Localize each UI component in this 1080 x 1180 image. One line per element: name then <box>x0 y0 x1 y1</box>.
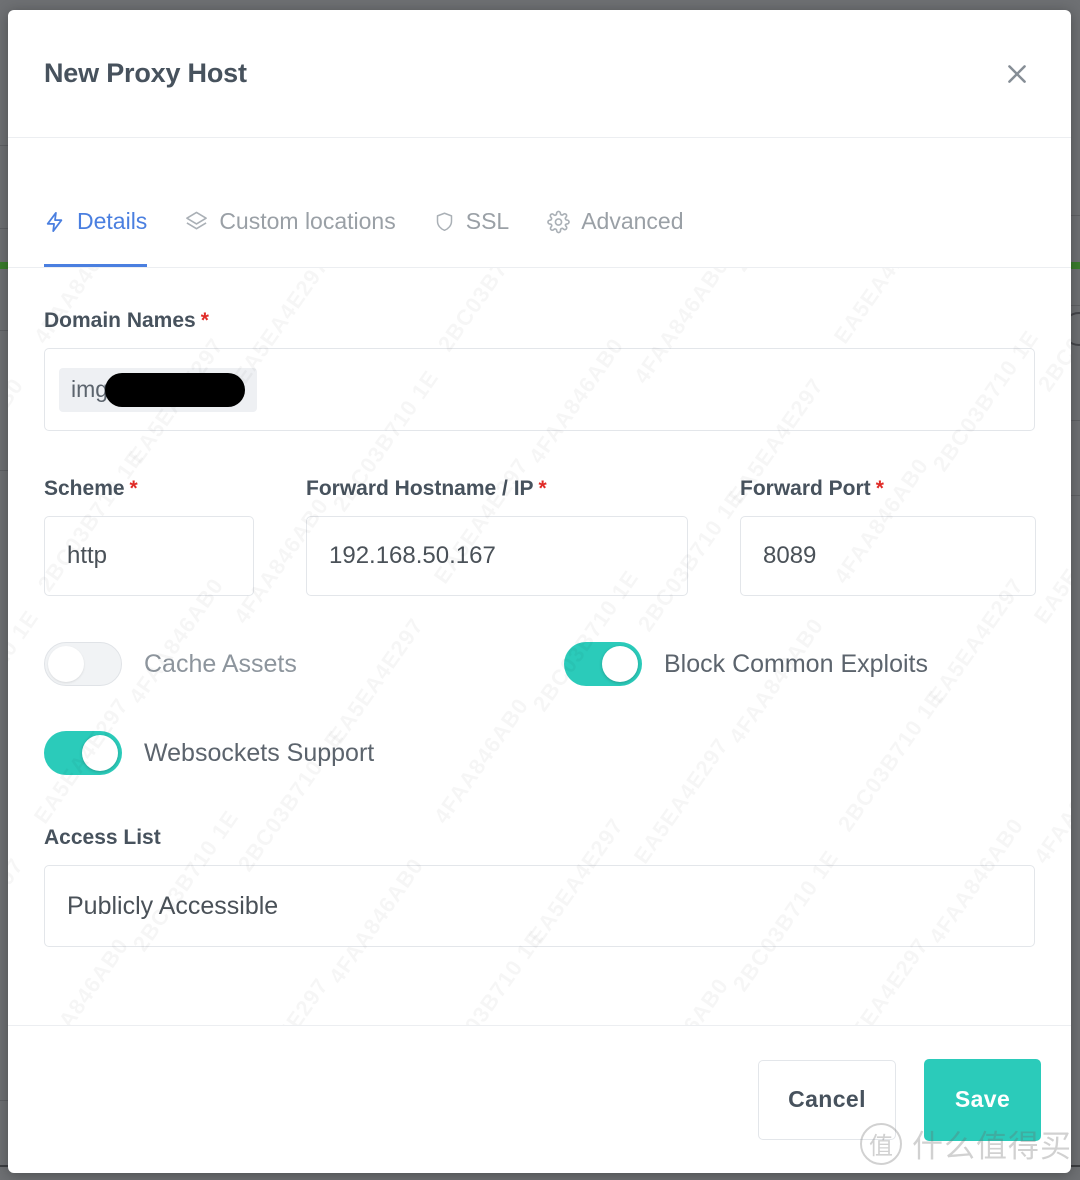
backdrop-green-band <box>1070 262 1080 269</box>
backdrop-line <box>1070 420 1080 421</box>
tab-advanced[interactable]: Advanced <box>547 208 684 267</box>
watermark-text: 4FAA846AB0 <box>8 373 29 508</box>
tab-label: Details <box>77 208 148 234</box>
new-proxy-host-dialog: New Proxy Host Details Custom locations … <box>8 10 1071 1173</box>
domain-tag-label: img <box>71 376 109 402</box>
save-button[interactable]: Save <box>924 1058 1041 1141</box>
websockets-support-label: Websockets Support <box>144 738 375 767</box>
block-exploits-toggle-row: Block Common Exploits <box>564 642 928 686</box>
backdrop-line <box>0 470 8 471</box>
tab-details[interactable]: Details <box>44 208 148 267</box>
watermark-text: EA5EA4E297 <box>8 268 29 269</box>
forward-hostname-label: Forward Hostname / IP * <box>306 477 547 500</box>
backdrop-line <box>1070 215 1080 216</box>
watermark-text: EA5EA4E297 <box>8 853 29 988</box>
forward-hostname-value: 192.168.50.167 <box>329 542 496 569</box>
dialog-header: New Proxy Host <box>8 10 1071 138</box>
backdrop-line <box>0 330 8 331</box>
dialog-tabbar: Details Custom locations SSL Advanced <box>8 138 1071 268</box>
toggle-row-primary: Cache Assets Block Common Exploits <box>44 642 1035 686</box>
scheme-value: http <box>67 542 108 569</box>
domain-names-label: Domain Names * <box>44 309 209 332</box>
tab-label: Custom locations <box>219 208 396 234</box>
watermark-text: EA5EA4E297 <box>829 933 935 1025</box>
redaction-block <box>105 372 246 407</box>
backdrop-line <box>0 1100 8 1101</box>
cache-assets-label: Cache Assets <box>144 649 297 678</box>
scheme-label: Scheme * <box>44 477 138 500</box>
watermark-text: 4FAA846AB0 <box>629 973 735 1025</box>
layers-icon <box>185 210 208 234</box>
gear-icon <box>547 210 571 234</box>
backdrop-line <box>0 228 8 229</box>
lightning-bolt-icon <box>44 210 66 234</box>
scheme-group: Scheme * http <box>44 478 254 596</box>
cache-assets-toggle-row: Cache Assets <box>44 642 564 686</box>
watermark-text: 4FAA846AB0 <box>29 933 135 1025</box>
access-list-group: Access List Publicly Accessible <box>44 827 1035 947</box>
websockets-toggle-row: Websockets Support <box>44 731 1035 775</box>
required-asterisk: * <box>875 477 884 500</box>
backdrop-line <box>0 145 8 146</box>
scheme-select[interactable]: http <box>44 516 254 596</box>
backdrop-line <box>1070 305 1080 306</box>
required-asterisk: * <box>538 477 547 500</box>
backdrop-green-band <box>0 262 8 269</box>
forward-port-group: Forward Port * 8089 <box>740 478 1036 596</box>
forward-hostname-group: Forward Hostname / IP * 192.168.50.167 <box>306 478 688 596</box>
watermark-text: 4FAA846AB0 <box>324 268 430 269</box>
tab-ssl[interactable]: SSL <box>434 208 509 267</box>
tab-label: SSL <box>465 208 510 234</box>
cancel-button[interactable]: Cancel <box>758 1059 896 1140</box>
access-list-select[interactable]: Publicly Accessible <box>44 865 1035 947</box>
websockets-support-toggle[interactable] <box>44 731 122 775</box>
domain-names-input[interactable]: img <box>44 348 1035 431</box>
close-icon[interactable] <box>997 54 1037 94</box>
domain-names-group: Domain Names * img <box>44 310 1035 431</box>
required-asterisk: * <box>200 309 209 332</box>
access-list-label: Access List <box>44 826 161 849</box>
block-common-exploits-toggle[interactable] <box>564 642 642 686</box>
forward-port-input[interactable]: 8089 <box>740 516 1036 596</box>
forward-port-value: 8089 <box>763 542 817 569</box>
access-list-value: Publicly Accessible <box>67 891 279 920</box>
watermark-text: EA5EA4E297 <box>229 973 335 1025</box>
watermark-text: 4FAA846AB0 <box>1029 733 1071 868</box>
toggle-knob <box>82 735 118 771</box>
watermark-text: 2BC03B710 1E <box>8 606 44 757</box>
watermark-text: 2BC03B710 1E <box>728 268 845 276</box>
forward-hostname-input[interactable]: 192.168.50.167 <box>306 516 688 596</box>
forward-settings-row: Scheme * http Forward Hostname / IP * 19… <box>44 478 1036 596</box>
toggle-knob <box>48 646 84 682</box>
watermark-text: 2BC03B710 1E <box>1033 966 1071 1025</box>
block-common-exploits-label: Block Common Exploits <box>664 649 928 678</box>
page-title: New Proxy Host <box>44 58 247 88</box>
tab-label: Advanced <box>581 208 684 234</box>
watermark-text: 2BC03B710 1E <box>1033 268 1071 396</box>
dialog-body: Domain Names * img Scheme * http Forward… <box>8 268 1071 1025</box>
tab-custom-locations[interactable]: Custom locations <box>185 208 396 267</box>
backdrop-line <box>1070 495 1080 496</box>
domain-tag[interactable]: img <box>59 367 258 412</box>
shield-icon <box>434 210 455 234</box>
forward-port-label: Forward Port * <box>740 477 884 500</box>
cache-assets-toggle[interactable] <box>44 642 122 686</box>
toggle-knob <box>602 646 638 682</box>
dialog-footer: Cancel Save <box>8 1025 1071 1173</box>
required-asterisk: * <box>129 477 138 500</box>
